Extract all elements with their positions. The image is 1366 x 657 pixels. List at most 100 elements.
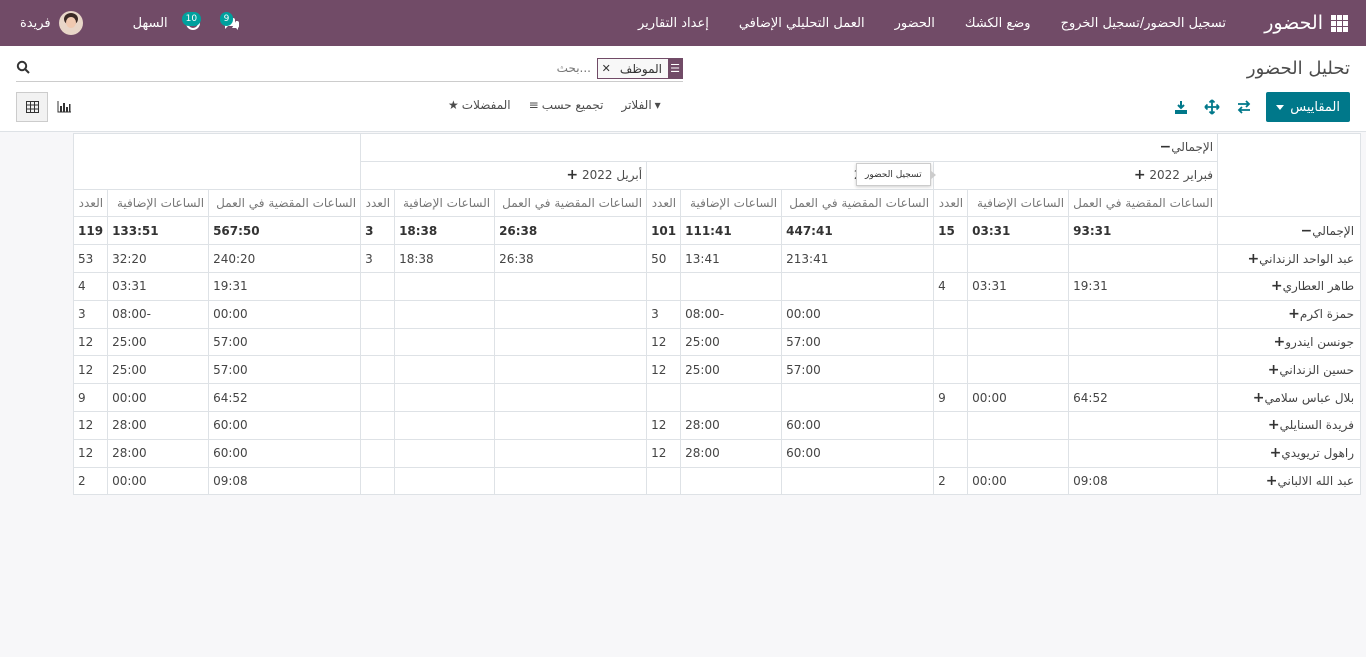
pivot-cell[interactable]: 101 — [646, 216, 682, 246]
graph-view-button[interactable] — [48, 92, 80, 122]
pivot-cell[interactable]: 12 — [72, 438, 109, 468]
pivot-cell[interactable]: 28:00 — [107, 410, 210, 440]
user-avatar[interactable] — [58, 11, 83, 35]
pivot-cell[interactable]: 18:38 — [394, 216, 496, 246]
pivot-cell[interactable]: 60:00 — [208, 410, 362, 440]
measure-header[interactable]: الساعات المقضية في العمل — [208, 188, 362, 218]
pivot-cell[interactable]: 9 — [933, 383, 969, 412]
measure-header[interactable]: الساعات المقضية في العمل — [494, 188, 648, 218]
pivot-cell[interactable]: 09:08 — [208, 466, 362, 496]
measure-header[interactable]: الساعات المقضية في العمل — [781, 188, 935, 218]
pivot-cell[interactable]: 12 — [72, 410, 109, 440]
pivot-cell[interactable]: 57:00 — [208, 355, 362, 385]
pivot-cell[interactable]: 447:41 — [781, 216, 935, 246]
menu-attendances[interactable]: الحضور — [895, 16, 935, 31]
pivot-cell[interactable] — [967, 438, 1070, 468]
pivot-cell[interactable] — [494, 271, 648, 301]
pivot-cell[interactable]: 03:31 — [107, 271, 210, 301]
company-switcher[interactable]: السهل — [133, 16, 168, 31]
pivot-cell[interactable]: 93:31 — [1068, 216, 1219, 246]
menu-configuration[interactable]: إعداد التقارير — [638, 16, 709, 31]
pivot-cell[interactable]: 57:00 — [781, 355, 935, 385]
pivot-cell[interactable]: 00:00 — [781, 299, 935, 329]
pivot-cell[interactable]: 60:00 — [208, 438, 362, 468]
user-name[interactable]: فريدة — [20, 16, 51, 31]
pivot-cell[interactable]: 00:00 — [208, 299, 362, 329]
pivot-cell[interactable] — [967, 244, 1070, 273]
pivot-cell[interactable]: 03:31 — [967, 271, 1070, 301]
measure-header[interactable]: العدد — [360, 188, 396, 218]
pivot-cell[interactable]: 3 — [360, 244, 396, 273]
pivot-cell[interactable] — [394, 299, 496, 329]
pivot-cell[interactable]: 567:50 — [208, 216, 362, 246]
pivot-cell[interactable]: 26:38 — [494, 244, 648, 273]
pivot-cell[interactable]: 00:00 — [967, 383, 1070, 412]
menu-checkin-checkout[interactable]: تسجيل الحضور/تسجيل الخروج — [1061, 16, 1226, 31]
pivot-cell[interactable]: 25:00 — [107, 327, 210, 357]
measure-header[interactable]: العدد — [646, 188, 682, 218]
pivot-cell[interactable]: 4 — [72, 271, 109, 301]
pivot-cell[interactable] — [494, 438, 648, 468]
pivot-cell[interactable]: 00:00 — [967, 466, 1070, 496]
pivot-cell[interactable]: 64:52 — [208, 383, 362, 412]
pivot-cell[interactable]: 133:51 — [107, 216, 210, 246]
pivot-cell[interactable] — [494, 355, 648, 385]
col-header-total[interactable]: الإجمالي− — [360, 133, 1219, 162]
pivot-cell[interactable] — [494, 383, 648, 412]
pivot-cell[interactable]: 60:00 — [781, 438, 935, 468]
col-header-feb-2022[interactable]: فبراير 2022 + — [933, 160, 1219, 190]
pivot-cell[interactable]: 119 — [72, 216, 109, 246]
pivot-cell[interactable] — [360, 383, 396, 412]
pivot-cell[interactable]: 12 — [646, 355, 682, 385]
menu-kiosk-mode[interactable]: وضع الكشك — [965, 16, 1031, 31]
pivot-cell[interactable] — [933, 410, 969, 440]
pivot-cell[interactable]: 3 — [646, 299, 682, 329]
favorites-toggle[interactable]: ★ المفضلات — [448, 98, 511, 112]
pivot-cell[interactable]: 57:00 — [781, 327, 935, 357]
messages-button[interactable]: 9 — [218, 10, 244, 36]
pivot-cell[interactable] — [967, 299, 1070, 329]
pivot-cell[interactable]: -08:00 — [107, 299, 210, 329]
row-header[interactable]: عبد الواحد الزنداني+ — [1217, 244, 1362, 273]
pivot-cell[interactable] — [360, 438, 396, 468]
pivot-cell[interactable] — [933, 327, 969, 357]
pivot-cell[interactable] — [933, 355, 969, 385]
pivot-cell[interactable] — [394, 383, 496, 412]
pivot-cell[interactable] — [360, 410, 396, 440]
pivot-cell[interactable] — [1068, 299, 1219, 329]
pivot-cell[interactable] — [1068, 327, 1219, 357]
measure-header[interactable]: العدد — [933, 188, 969, 218]
pivot-cell[interactable]: 53 — [72, 244, 109, 273]
download-icon[interactable] — [1173, 99, 1189, 115]
pivot-cell[interactable]: 25:00 — [680, 327, 783, 357]
row-header[interactable]: حمزة اكرم+ — [1217, 299, 1362, 329]
remove-facet-icon[interactable]: ✕ — [598, 62, 616, 75]
pivot-cell[interactable] — [967, 355, 1070, 385]
pivot-cell[interactable]: 32:20 — [107, 244, 210, 273]
pivot-cell[interactable] — [394, 355, 496, 385]
app-brand[interactable]: الحضور — [1264, 0, 1348, 46]
pivot-cell[interactable]: 13:41 — [680, 244, 783, 273]
row-header[interactable]: عبد الله الالباني+ — [1217, 466, 1362, 496]
pivot-cell[interactable] — [394, 327, 496, 357]
measure-header[interactable]: العدد — [72, 188, 109, 218]
pivot-cell[interactable] — [680, 271, 783, 301]
pivot-cell[interactable]: 28:00 — [680, 410, 783, 440]
pivot-cell[interactable]: 25:00 — [107, 355, 210, 385]
pivot-cell[interactable]: 28:00 — [107, 438, 210, 468]
pivot-cell[interactable]: 2 — [933, 466, 969, 496]
pivot-cell[interactable] — [1068, 355, 1219, 385]
pivot-cell[interactable] — [494, 410, 648, 440]
activities-button[interactable]: 10 — [180, 10, 206, 36]
pivot-cell[interactable] — [781, 383, 935, 412]
pivot-cell[interactable]: 3 — [360, 216, 396, 246]
pivot-cell[interactable]: 9 — [72, 383, 109, 412]
pivot-cell[interactable]: 12 — [646, 438, 682, 468]
filters-toggle[interactable]: الفلاتر ▾ — [621, 98, 660, 112]
pivot-cell[interactable]: 3 — [72, 299, 109, 329]
measure-header[interactable]: الساعات المقضية في العمل — [1068, 188, 1219, 218]
pivot-cell[interactable]: 18:38 — [394, 244, 496, 273]
pivot-cell[interactable] — [933, 299, 969, 329]
expand-all-icon[interactable] — [1204, 99, 1220, 115]
pivot-cell[interactable]: 12 — [72, 355, 109, 385]
